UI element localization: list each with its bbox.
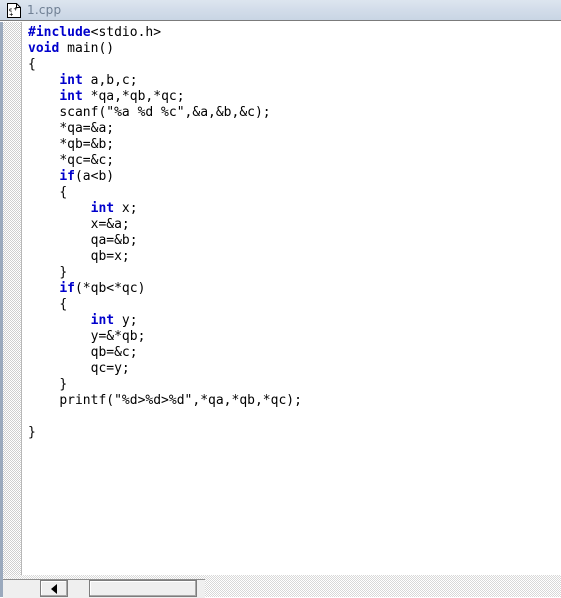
code-keyword-token: int	[90, 313, 115, 328]
code-line: printf("%d>%d>%d",*qa,*qb,*qc);	[23, 393, 561, 409]
code-keyword-token: if	[59, 281, 75, 296]
code-token: qb=&c;	[90, 345, 138, 360]
code-line: }	[23, 425, 561, 441]
code-line: qc=y;	[23, 361, 561, 377]
code-token: {	[59, 185, 68, 200]
code-token: {	[59, 297, 68, 312]
code-editor-window: c + + 1.cpp #include<stdio.h> void main()…	[0, 0, 561, 598]
code-token: (a<b)	[74, 169, 115, 184]
code-token: {	[28, 57, 36, 72]
horizontal-scrollbar[interactable]	[0, 575, 561, 598]
code-token: main()	[59, 41, 115, 56]
code-line: if(a<b)	[23, 169, 561, 185]
code-line: #include<stdio.h>	[23, 25, 561, 41]
code-keyword-token: int	[59, 73, 83, 88]
window-title-bar: c + + 1.cpp	[0, 0, 561, 21]
code-line: int a,b,c;	[23, 73, 561, 89]
code-token: qc=y;	[90, 361, 130, 376]
code-token: printf("%d>%d>%d",*qa,*qb,*qc);	[59, 393, 302, 408]
code-token: *qa=&a;	[59, 121, 115, 136]
svg-text:+: +	[9, 12, 14, 18]
code-line: *qc=&c;	[23, 153, 561, 169]
editor-frame: #include<stdio.h> void main(){ int a,b,c;…	[0, 22, 561, 575]
code-token: qb=x;	[90, 249, 130, 264]
code-token: (*qb<*qc)	[74, 281, 146, 296]
code-line: qb=&c;	[23, 345, 561, 361]
code-line: void main()	[23, 41, 561, 57]
code-line: qb=x;	[23, 249, 561, 265]
code-keyword-token: #include	[28, 25, 91, 40]
code-token: y;	[114, 313, 138, 328]
code-line: int x;	[23, 201, 561, 217]
window-title-label: 1.cpp	[27, 3, 62, 17]
code-line: y=&*qb;	[23, 329, 561, 345]
code-line: qa=&b;	[23, 233, 561, 249]
cpp-file-icon: c + +	[7, 2, 21, 18]
code-line: *qb=&b;	[23, 137, 561, 153]
code-token: qa=&b;	[90, 233, 138, 248]
code-line: scanf("%a %d %c",&a,&b,&c);	[23, 105, 561, 121]
code-token: }	[59, 265, 68, 280]
code-line: }	[23, 377, 561, 393]
code-text-area[interactable]: #include<stdio.h> void main(){ int a,b,c;…	[23, 25, 561, 573]
code-token: <stdio.h>	[90, 25, 162, 40]
code-keyword-token: int	[59, 89, 83, 104]
code-token: x=&a;	[90, 217, 130, 232]
code-keyword-token: if	[59, 169, 75, 184]
code-token: *qb=&b;	[59, 137, 115, 152]
scroll-left-button[interactable]	[40, 580, 68, 597]
horizontal-scrollbar-thumb[interactable]	[89, 580, 197, 597]
code-keyword-token: void	[28, 41, 60, 56]
code-token: *qc=&c;	[59, 153, 115, 168]
code-line: }	[23, 265, 561, 281]
code-token: y=&*qb;	[90, 329, 146, 344]
svg-text:+: +	[13, 6, 18, 12]
code-line: int *qa,*qb,*qc;	[23, 89, 561, 105]
code-line: {	[23, 57, 561, 73]
code-token: }	[28, 425, 36, 440]
code-token: *qa,*qb,*qc;	[82, 89, 185, 104]
code-token: scanf("%a %d %c",&a,&b,&c);	[59, 105, 271, 120]
code-line: int y;	[23, 313, 561, 329]
code-line: {	[23, 297, 561, 313]
code-line: if(*qb<*qc)	[23, 281, 561, 297]
code-keyword-token: int	[90, 201, 115, 216]
code-line: *qa=&a;	[23, 121, 561, 137]
code-line: x=&a;	[23, 217, 561, 233]
code-token: a,b,c;	[82, 73, 138, 88]
triangle-left-icon	[51, 583, 57, 594]
editor-gutter[interactable]	[3, 22, 22, 575]
code-token: x;	[114, 201, 138, 216]
code-line: {	[23, 185, 561, 201]
code-token: }	[59, 377, 68, 392]
